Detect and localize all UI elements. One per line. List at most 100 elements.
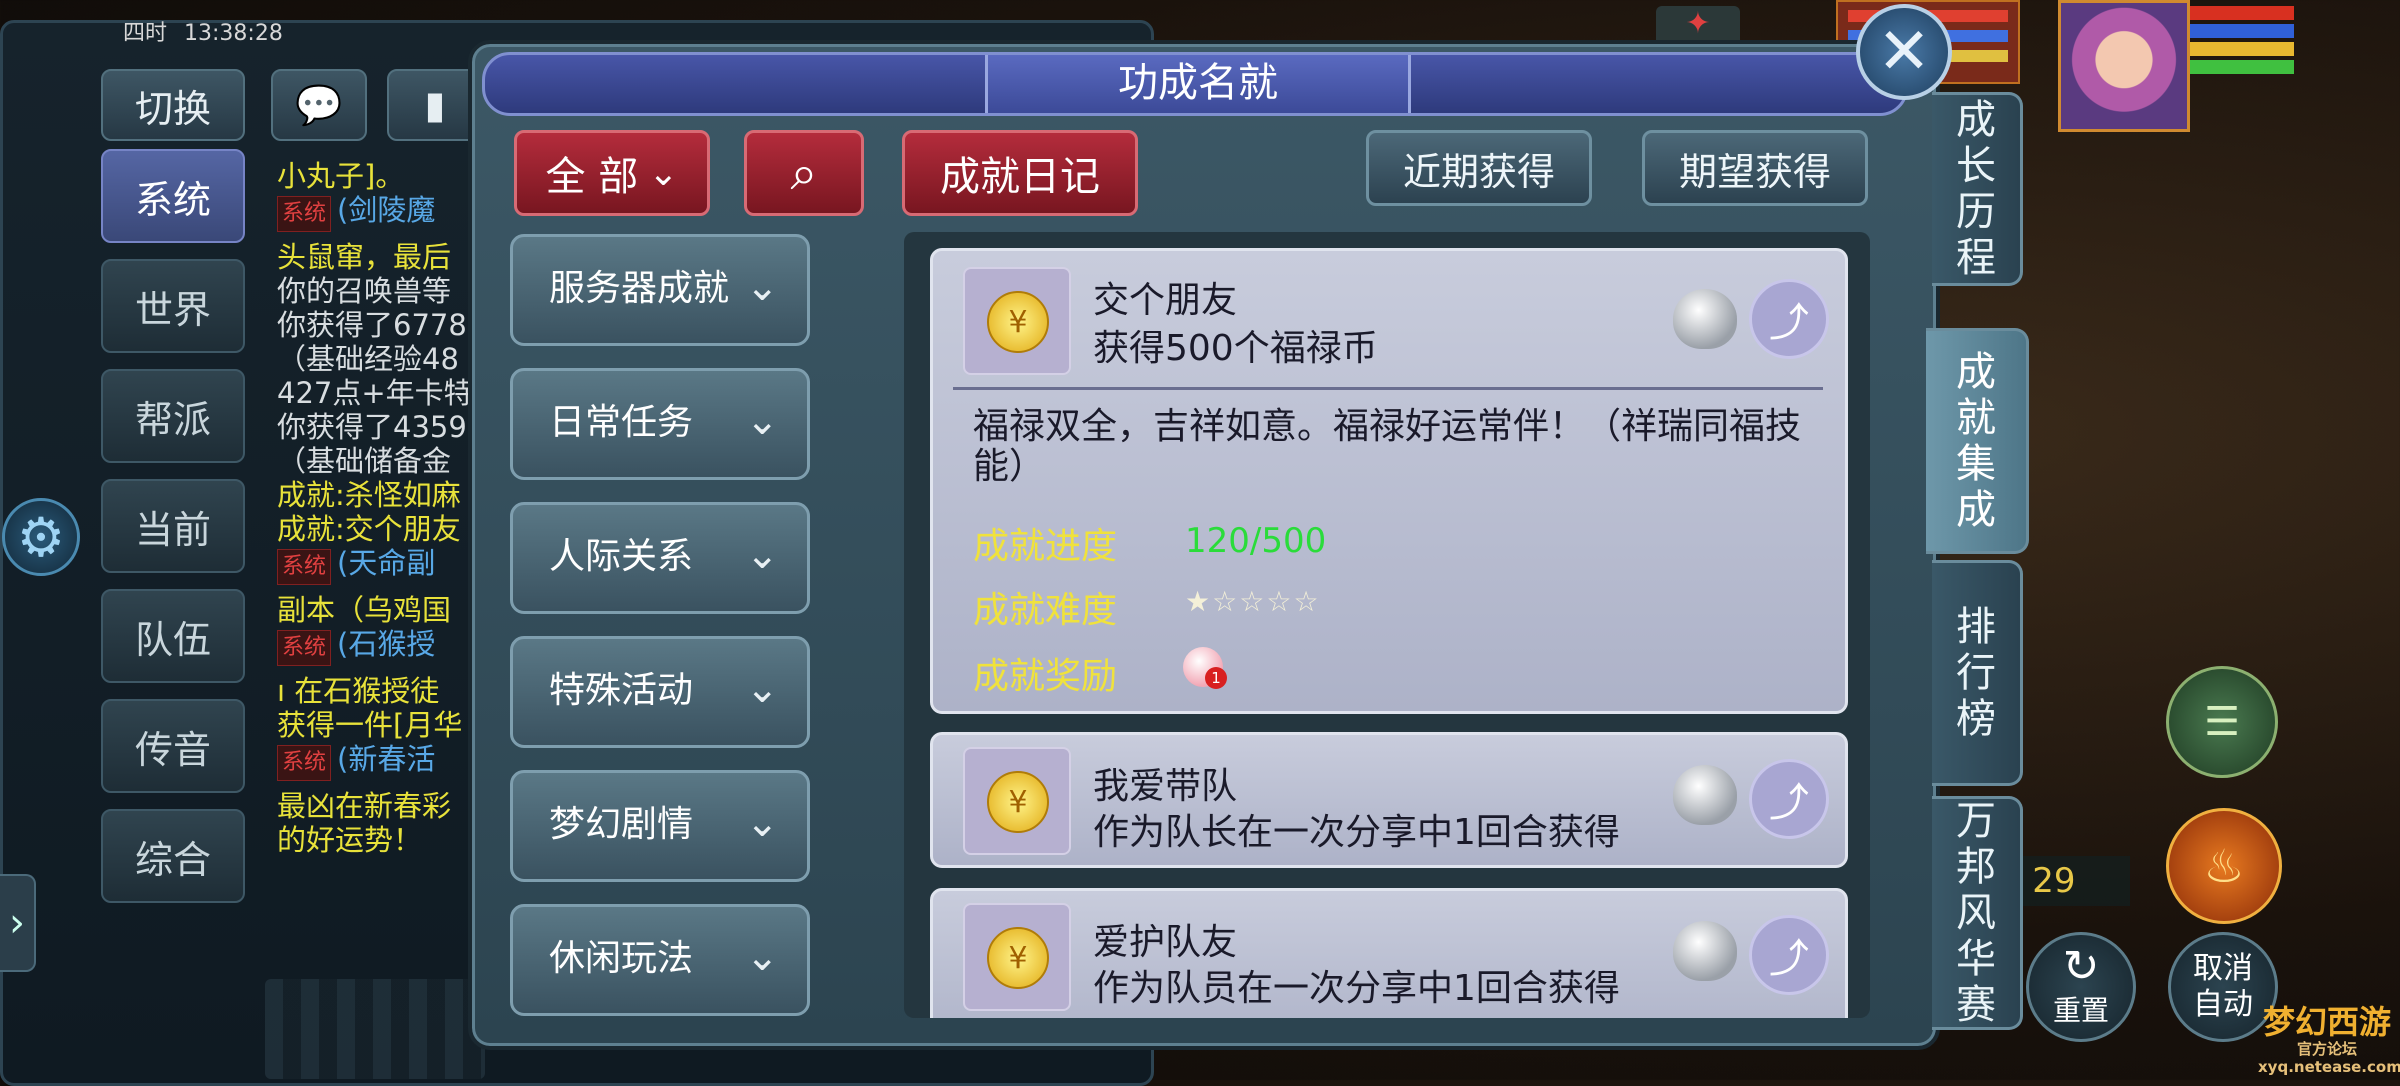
chat-text: 你获得了6778: [277, 308, 467, 342]
player-bars: [2190, 6, 2294, 76]
category-button[interactable]: 人际关系 ⌄: [510, 502, 810, 614]
chat-line: （基础经验48: [277, 342, 473, 376]
coin-slot: ¥: [963, 903, 1071, 1011]
reward-label: 成就奖励: [973, 656, 1118, 697]
star-empty-icon: ☆: [1266, 585, 1294, 618]
settings-gear-icon[interactable]: ⚙: [2, 498, 80, 576]
star-empty-icon: ☆: [1212, 585, 1240, 618]
chat-line: 427点+年卡特: [277, 376, 473, 410]
reward-peach-icon[interactable]: 1: [1183, 647, 1227, 689]
diary-button[interactable]: 成就日记: [902, 130, 1138, 216]
title-bar: 功成名就: [482, 52, 1908, 116]
side-tab-label: 成长历程: [1956, 97, 1996, 281]
card-desc: 获得500个福禄币: [1093, 328, 1378, 369]
status-time: 13:38:28: [184, 21, 283, 46]
reset-icon: ↻: [2062, 941, 2100, 992]
category-button[interactable]: 日常任务 ⌄: [510, 368, 810, 480]
channel-tab[interactable]: 世界: [101, 259, 245, 353]
coin-icon: ¥: [987, 771, 1049, 833]
chat-line: 你获得了4359: [277, 410, 473, 444]
chat-line: 最凶在新春彩: [277, 789, 473, 823]
logo-sub: 官方论坛: [2296, 1040, 2357, 1058]
card-desc: 作为队员在一次分享中1回合获得: [1093, 968, 1620, 1009]
chat-line: 小丸子]。: [277, 159, 473, 193]
reset-button[interactable]: ↻ 重置: [2026, 932, 2136, 1042]
category-button[interactable]: 休闲玩法 ⌄: [510, 904, 810, 1016]
share-icon[interactable]: ⤴: [1749, 759, 1829, 839]
category-label: 日常任务: [549, 402, 694, 443]
channel-tab[interactable]: 系统: [101, 149, 245, 243]
chat-line: 的好运势！: [277, 823, 473, 857]
category-button[interactable]: 服务器成就 ⌄: [510, 234, 810, 346]
filter-dropdown[interactable]: 全 部 ⌄: [514, 130, 710, 216]
chat-text: 最凶在新春彩: [277, 789, 452, 823]
divider: [953, 387, 1823, 390]
side-tab[interactable]: 成长历程: [1932, 92, 2023, 286]
logo-text: 梦幻西游: [2262, 1003, 2391, 1041]
expected-obtained-button[interactable]: 期望获得: [1642, 130, 1868, 206]
card-detail: 福禄双全，吉祥如意。福禄好运常伴！（祥瑞同福技能）: [973, 406, 1802, 487]
peach-icon: [1673, 921, 1737, 981]
switch-button[interactable]: 切换: [101, 69, 245, 141]
achievement-card[interactable]: ¥ 爱护队友 作为队员在一次分享中1回合获得 ⤴: [930, 888, 1848, 1018]
close-icon[interactable]: ✕: [1856, 4, 1952, 100]
side-tab-label: 成就集成: [1956, 349, 1996, 533]
chat-text: (新春活: [337, 742, 436, 776]
player-avatar[interactable]: [2058, 0, 2190, 132]
chat-line: 头鼠窜，最后: [277, 240, 473, 274]
channel-tab[interactable]: 当前: [101, 479, 245, 573]
category-button[interactable]: 梦幻剧情 ⌄: [510, 770, 810, 882]
channel-tab[interactable]: 综合: [101, 809, 245, 903]
chat-text: ı 在石猴授徒: [277, 674, 440, 708]
chat-text: 的好运势！: [277, 823, 423, 857]
category-label: 服务器成就: [549, 268, 730, 309]
chat-text: 427点+年卡特: [277, 376, 473, 410]
progress-label: 成就进度: [973, 526, 1118, 567]
chat-text: 你的召唤兽等: [277, 274, 452, 308]
fire-skill-icon[interactable]: ♨: [2166, 808, 2282, 924]
share-icon[interactable]: ⤴: [1749, 915, 1829, 995]
coin-icon: ¥: [987, 927, 1049, 989]
achievement-card[interactable]: ¥ 交个朋友 获得500个福禄币 ⤴ 福禄双全，吉祥如意。福禄好运常伴！（祥瑞同…: [930, 248, 1848, 714]
filter-label: 全 部: [545, 154, 639, 200]
chat-line: ı 在石猴授徒: [277, 674, 473, 708]
chat-bubble-icon[interactable]: 💬: [271, 69, 367, 141]
turn-counter: : 29: [2010, 856, 2130, 906]
chat-text: (天命副: [337, 546, 436, 580]
expand-arrow-icon[interactable]: ›: [0, 874, 36, 972]
side-tab[interactable]: 万邦风华赛: [1932, 796, 2023, 1030]
side-tab[interactable]: 排行榜: [1932, 560, 2023, 786]
chat-text: 成就:杀怪如麻: [277, 478, 461, 512]
channel-tab[interactable]: 帮派: [101, 369, 245, 463]
chat-line: 成就:杀怪如麻: [277, 478, 473, 512]
star-empty-icon: ☆: [1293, 585, 1321, 618]
side-tab[interactable]: 成就集成: [1926, 328, 2029, 554]
cancel-auto-label: 取消自动: [2193, 951, 2253, 1022]
peach-icon: [1673, 765, 1737, 825]
chevron-down-icon: ⌄: [745, 532, 779, 578]
channel-tab[interactable]: 队伍: [101, 589, 245, 683]
system-tag: 系统: [277, 745, 332, 781]
search-icon[interactable]: ⌕: [744, 130, 864, 216]
category-button[interactable]: 特殊活动 ⌄: [510, 636, 810, 748]
chat-text: (石猴授: [337, 627, 436, 661]
side-tab-label: 万邦风华赛: [1956, 798, 1996, 1028]
logo-url: xyq.netease.com: [2258, 1058, 2400, 1076]
coin-slot: ¥: [963, 747, 1071, 855]
chat-line: 你的召唤兽等: [277, 274, 473, 308]
coin-slot: ¥: [963, 267, 1071, 375]
chat-line: 副本（乌鸡国: [277, 593, 473, 627]
chevron-down-icon: ⌄: [745, 800, 779, 846]
achievement-card[interactable]: ¥ 我爱带队 作为队长在一次分享中1回合获得 ⤴: [930, 732, 1848, 868]
chat-line: 成就:交个朋友: [277, 512, 473, 546]
chat-text: 获得一件[月华: [277, 708, 463, 742]
system-tag: 系统: [277, 549, 332, 585]
chat-text: (剑陵魔: [337, 193, 436, 227]
share-icon[interactable]: ⤴: [1749, 279, 1829, 359]
chat-line: 系统 (天命副: [277, 546, 473, 585]
achievement-list: ¥ 交个朋友 获得500个福禄币 ⤴ 福禄双全，吉祥如意。福禄好运常伴！（祥瑞同…: [904, 232, 1870, 1018]
recent-obtained-button[interactable]: 近期获得: [1366, 130, 1592, 206]
card-name: 我爱带队: [1093, 766, 1238, 807]
formation-icon[interactable]: ☰: [2166, 666, 2278, 778]
channel-tab[interactable]: 传音: [101, 699, 245, 793]
